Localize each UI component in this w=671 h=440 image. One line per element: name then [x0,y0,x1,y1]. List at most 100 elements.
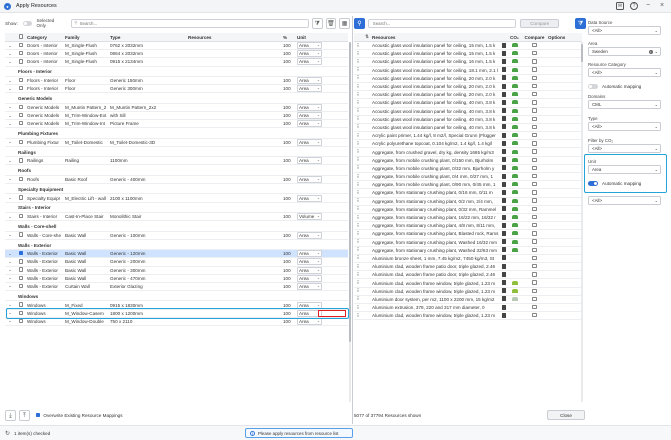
cell-percent[interactable]: 100 [283,158,297,163]
drag-handle-icon[interactable]: ⠿ [354,305,362,311]
drag-handle-icon[interactable]: ⠿ [354,231,362,237]
sort-arrows-icon[interactable]: ⇅ [362,34,372,40]
drag-handle-icon[interactable]: ⠿ [354,280,362,286]
document-icon[interactable] [502,255,506,261]
drag-handle-icon[interactable]: ⠿ [354,272,362,278]
selected-only-toggle[interactable] [22,20,33,26]
element-row[interactable]: ⌄ Walls - Exterior Curtain Wall Exterior… [5,282,348,292]
element-row[interactable]: ⌄ Walls - Exterior Basic Wall Generic - … [5,266,348,275]
compare-checkbox[interactable] [532,100,537,105]
resource-row[interactable]: ⠿ Aggregate, from stationary crushing pl… [354,214,582,223]
cell-percent[interactable]: 100 [283,121,297,126]
element-row[interactable]: ⌄ Doors - Interior M_Single-Flush 0762 x… [5,42,348,51]
refresh-icon[interactable]: ↻ [5,430,10,437]
right-search-input[interactable] [372,20,503,26]
unit-select[interactable]: Area ⌄ [297,231,322,239]
unit-select[interactable]: Area ⌄ [297,77,322,85]
document-icon[interactable] [502,222,506,228]
cell-percent[interactable]: 100 [283,105,297,110]
drag-handle-icon[interactable]: ⠿ [354,149,362,155]
drag-handle-icon[interactable]: ⠿ [354,182,362,188]
expand-chevron-icon[interactable]: ⌄ [5,259,15,265]
drag-handle-icon[interactable]: ⠿ [354,174,362,180]
resource-row[interactable]: ⠿ Aggregate, from mobile crushing plant,… [354,165,582,173]
close-icon[interactable]: × [658,2,666,10]
unit-select[interactable]: Area ⌄ [297,266,322,274]
group-header[interactable]: Roofs [5,165,348,176]
unit-select[interactable]: Area ⌄ [297,42,322,50]
resource-row[interactable]: ⠿ Acrylic polyurethane topcoat, 0.104 kg… [354,140,582,149]
resource-row[interactable]: ⠿ Aggregate, from mobile crushing plant,… [354,157,582,165]
document-icon[interactable] [502,198,506,204]
row-checkbox[interactable] [18,77,24,83]
resource-row[interactable]: ⠿ Acoustic glass wool insulation panel f… [354,50,582,59]
filter-select[interactable]: <All> ⌄ [588,68,661,77]
document-icon[interactable] [502,263,506,269]
drag-handle-icon[interactable]: ⠿ [354,247,362,253]
row-checkbox[interactable] [18,139,24,144]
document-icon[interactable] [502,280,506,286]
document-icon[interactable] [502,230,506,236]
resource-row[interactable]: ⠿ Aggregate, from stationary crushing pl… [354,247,582,255]
cell-percent[interactable]: 100 [283,59,297,64]
compare-checkbox[interactable] [532,272,537,277]
expand-chevron-icon[interactable]: ⌄ [5,283,15,289]
drag-handle-icon[interactable]: ⠿ [354,141,362,147]
expand-chevron-icon[interactable]: ⌄ [5,318,15,324]
resource-row[interactable]: ⠿ Aluminium bronze sheet, 1 mm, 7.45 kg/… [354,255,582,264]
compare-checkbox[interactable] [532,75,537,81]
compare-checkbox[interactable] [532,214,537,220]
cell-percent[interactable]: 100 [283,43,297,48]
resource-row[interactable]: ⠿ Aggregate, from stationary crushing pl… [354,230,582,239]
col-category[interactable]: Category [27,35,65,40]
resource-row[interactable]: ⠿ Acoustic glass wool insulation panel f… [354,124,582,133]
document-icon[interactable] [502,149,506,155]
resource-search-icon[interactable]: ⚲ [354,17,365,29]
unit-select[interactable]: Area ⌄ [297,194,322,202]
row-checkbox[interactable] [18,275,24,280]
cell-percent[interactable]: 100 [283,268,297,273]
expand-chevron-icon[interactable]: ⌄ [5,158,15,164]
select-all-checkbox[interactable] [18,34,24,39]
document-icon[interactable] [502,304,506,310]
resource-row[interactable]: ⠿ Aluminium clad, wooden frame patio doo… [354,271,582,280]
resource-row[interactable]: ⠿ Aggregate, from crushed gravel, dry kg… [354,148,582,157]
row-checkbox[interactable] [18,232,24,237]
compare-checkbox[interactable] [532,223,537,228]
expand-chevron-icon[interactable]: ⌄ [5,104,15,110]
row-checkbox[interactable] [18,42,24,48]
compare-checkbox[interactable] [532,92,537,97]
compare-checkbox[interactable] [532,67,537,72]
unit-select[interactable]: Area ⌄ [297,282,322,290]
overwrite-checkbox[interactable] [36,412,41,418]
compare-checkbox[interactable] [532,198,537,203]
document-icon[interactable] [502,181,506,187]
expand-chevron-icon[interactable]: ⌄ [5,176,15,182]
compare-checkbox[interactable] [532,149,537,154]
resource-row[interactable]: ⠿ Aluminium clad, wooden frame window, t… [354,312,582,321]
cell-percent[interactable]: 100 [283,86,297,91]
expand-chevron-icon[interactable]: ⌄ [5,214,15,220]
compare-checkbox[interactable] [532,190,537,195]
resource-row[interactable]: ⠿ Acoustic glass wool insulation panel f… [354,42,582,51]
filter-icon[interactable]: ⧩ [575,17,586,29]
compare-button[interactable]: Compare [520,18,560,28]
compare-checkbox[interactable] [532,83,537,89]
element-row[interactable]: ⌄ Floors - Interior Floor Generic 300mm … [5,85,348,94]
filter-select[interactable]: <All> ⌄ [588,26,661,35]
resource-row[interactable]: ⠿ Aggregate, from mobile crushing plant,… [354,173,582,182]
drag-handle-icon[interactable]: ⠿ [354,84,362,90]
unit-select[interactable]: Area ⌄ [297,250,322,258]
expand-chevron-icon[interactable]: ⌄ [5,86,15,92]
resource-row[interactable]: ⠿ Acoustic glass wool insulation panel f… [354,108,582,116]
row-checkbox[interactable] [18,104,24,109]
cell-percent[interactable]: 100 [283,251,297,256]
cell-percent[interactable]: 100 [283,259,297,264]
document-icon[interactable] [502,296,506,302]
document-icon[interactable] [502,83,506,89]
close-button[interactable]: Close [547,410,585,420]
export-icon[interactable]: ⤒ [19,409,30,421]
group-header[interactable]: Windows [5,291,348,302]
group-header[interactable]: Walls - Exterior [5,240,348,251]
expand-chevron-icon[interactable]: ⌄ [5,195,15,201]
